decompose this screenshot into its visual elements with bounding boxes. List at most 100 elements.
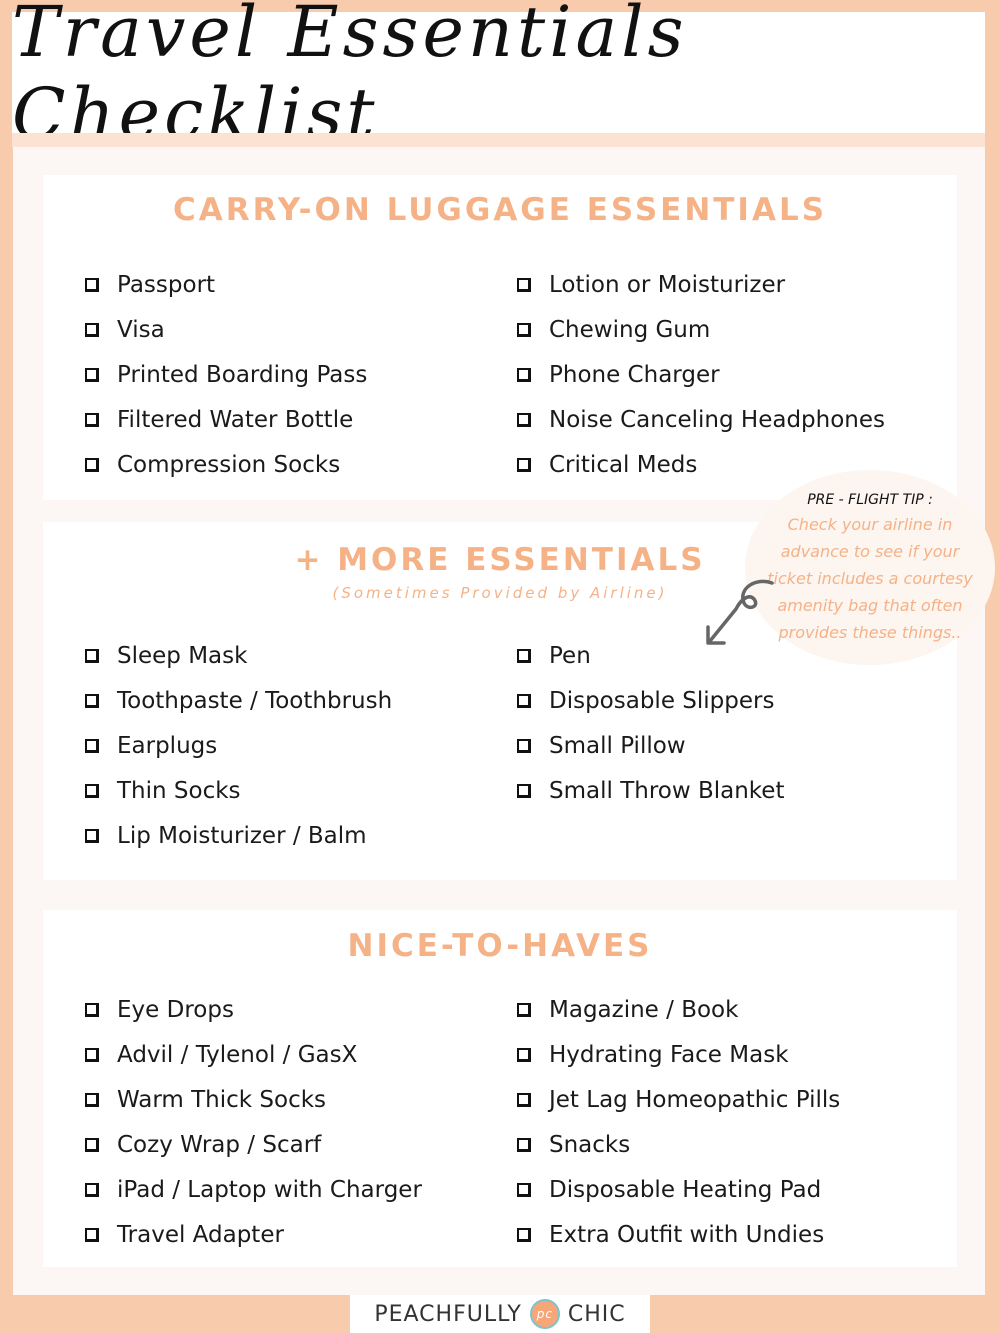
- checklist-item[interactable]: Compression Socks: [85, 442, 367, 487]
- checklist-item-label: Toothpaste / Toothbrush: [117, 687, 393, 714]
- checklist-item-label: Phone Charger: [549, 361, 720, 388]
- checklist-item[interactable]: Noise Canceling Headphones: [517, 397, 885, 442]
- checklist-item[interactable]: Travel Adapter: [85, 1212, 422, 1257]
- checklist-item[interactable]: Earplugs: [85, 723, 392, 768]
- checklist-item[interactable]: Disposable Heating Pad: [517, 1167, 840, 1212]
- checklist-item-label: Eye Drops: [117, 996, 234, 1023]
- checklist-item[interactable]: Small Pillow: [517, 723, 784, 768]
- checkbox-icon[interactable]: [85, 828, 99, 843]
- checkbox-icon[interactable]: [85, 1182, 99, 1197]
- checklist-item-label: Earplugs: [117, 732, 218, 759]
- checklist-item[interactable]: Visa: [85, 307, 367, 352]
- checklist-left: Passport Visa Printed Boarding Pass Filtere…: [85, 262, 367, 487]
- brand-name-right: CHIC: [567, 1301, 626, 1327]
- checklist-item[interactable]: Chewing Gum: [517, 307, 885, 352]
- checkbox-icon[interactable]: [85, 322, 99, 337]
- checkbox-icon[interactable]: [517, 1047, 531, 1062]
- checklist-item-label: iPad / Laptop with Charger: [117, 1176, 422, 1203]
- checkbox-icon[interactable]: [517, 1092, 531, 1107]
- checklist-item[interactable]: Eye Drops: [85, 987, 422, 1032]
- checkbox-icon[interactable]: [85, 738, 99, 753]
- checkbox-icon[interactable]: [85, 648, 99, 663]
- tip-heading: PRE - FLIGHT TIP :: [807, 492, 933, 508]
- checkbox-icon[interactable]: [517, 1227, 531, 1242]
- checkbox-icon[interactable]: [85, 367, 99, 382]
- checkbox-icon[interactable]: [85, 1092, 99, 1107]
- checklist-item-label: Advil / Tylenol / GasX: [117, 1041, 358, 1068]
- section-carry-on: CARRY-ON LUGGAGE ESSENTIALS Passport Visa…: [43, 175, 957, 500]
- checkbox-icon[interactable]: [85, 1227, 99, 1242]
- section-nice-to-haves: NICE-TO-HAVES Eye Drops Advil / Tylenol /…: [43, 910, 957, 1267]
- checkbox-icon[interactable]: [517, 783, 531, 798]
- checklist-item[interactable]: Advil / Tylenol / GasX: [85, 1032, 422, 1077]
- checklist-item-label: Snacks: [549, 1131, 631, 1158]
- checklist-item-label: Thin Socks: [117, 777, 241, 804]
- pre-flight-tip: PRE - FLIGHT TIP : Check your airline in…: [745, 470, 995, 665]
- checklist-item[interactable]: Sleep Mask: [85, 633, 392, 678]
- checkbox-icon[interactable]: [517, 1182, 531, 1197]
- checklist-item[interactable]: Jet Lag Homeopathic Pills: [517, 1077, 840, 1122]
- checkbox-icon[interactable]: [85, 412, 99, 427]
- checklist-item-label: Disposable Slippers: [549, 687, 775, 714]
- checklist-item-label: Lotion or Moisturizer: [549, 271, 786, 298]
- checklist-item[interactable]: Filtered Water Bottle: [85, 397, 367, 442]
- checklist-item[interactable]: Disposable Slippers: [517, 678, 784, 723]
- checkbox-icon[interactable]: [85, 457, 99, 472]
- checklist-right: Pen Disposable Slippers Small Pillow Small …: [517, 633, 784, 813]
- page-title: Travel Essentials Checklist: [12, 0, 688, 155]
- checkbox-icon[interactable]: [85, 783, 99, 798]
- checkbox-icon[interactable]: [517, 457, 531, 472]
- checklist-right: Lotion or Moisturizer Chewing Gum Phone Ch…: [517, 262, 885, 487]
- checklist-item-label: Visa: [117, 316, 165, 343]
- checkbox-icon[interactable]: [85, 693, 99, 708]
- checklist-item-label: Small Throw Blanket: [549, 777, 785, 804]
- checkbox-icon[interactable]: [517, 277, 531, 292]
- checkbox-icon[interactable]: [85, 1002, 99, 1017]
- checklist-item[interactable]: Passport: [85, 262, 367, 307]
- checklist-item[interactable]: Printed Boarding Pass: [85, 352, 367, 397]
- checklist-item-label: Travel Adapter: [117, 1221, 284, 1248]
- title-banner: Travel Essentials Checklist: [12, 0, 985, 155]
- checklist-item[interactable]: Magazine / Book: [517, 987, 840, 1032]
- checkbox-icon[interactable]: [517, 648, 531, 663]
- checklist-item[interactable]: Hydrating Face Mask: [517, 1032, 840, 1077]
- curly-arrow-icon: [706, 579, 774, 645]
- footer-brand: PEACHFULLY pc CHIC: [350, 1295, 650, 1333]
- checklist-item-label: Hydrating Face Mask: [549, 1041, 789, 1068]
- checkbox-icon[interactable]: [517, 738, 531, 753]
- checklist-item[interactable]: Snacks: [517, 1122, 840, 1167]
- checkbox-icon[interactable]: [85, 1047, 99, 1062]
- checklist-item-label: Jet Lag Homeopathic Pills: [549, 1086, 841, 1113]
- checklist-item-label: Warm Thick Socks: [117, 1086, 327, 1113]
- checklist-item[interactable]: Lotion or Moisturizer: [517, 262, 885, 307]
- section-heading: NICE-TO-HAVES: [347, 928, 653, 964]
- checkbox-icon[interactable]: [517, 693, 531, 708]
- checklist-item[interactable]: Phone Charger: [517, 352, 885, 397]
- checklist-item[interactable]: Small Throw Blanket: [517, 768, 784, 813]
- checkbox-icon[interactable]: [517, 322, 531, 337]
- checklist-left: Sleep Mask Toothpaste / Toothbrush Earplug…: [85, 633, 392, 858]
- checklist-item[interactable]: Toothpaste / Toothbrush: [85, 678, 392, 723]
- checkbox-icon[interactable]: [517, 412, 531, 427]
- checkbox-icon[interactable]: [85, 1137, 99, 1152]
- checklist-item[interactable]: iPad / Laptop with Charger: [85, 1167, 422, 1212]
- checklist-item-label: Critical Meds: [549, 451, 698, 478]
- checklist-item-label: Cozy Wrap / Scarf: [117, 1131, 322, 1158]
- checkbox-icon[interactable]: [517, 1002, 531, 1017]
- checklist-item[interactable]: Extra Outfit with Undies: [517, 1212, 840, 1257]
- checklist-item[interactable]: Cozy Wrap / Scarf: [85, 1122, 422, 1167]
- checklist-item-label: Magazine / Book: [549, 996, 739, 1023]
- brand-name-left: PEACHFULLY: [374, 1301, 522, 1327]
- checklist-item[interactable]: Lip Moisturizer / Balm: [85, 813, 392, 858]
- checkbox-icon[interactable]: [85, 277, 99, 292]
- checklist-item[interactable]: Thin Socks: [85, 768, 392, 813]
- checklist-left: Eye Drops Advil / Tylenol / GasX Warm Thic…: [85, 987, 422, 1257]
- checkbox-icon[interactable]: [517, 1137, 531, 1152]
- tip-body: Check your airline in advance to see if …: [767, 515, 973, 642]
- checklist-item-label: Compression Socks: [117, 451, 341, 478]
- checklist-item-label: Small Pillow: [549, 732, 686, 759]
- checklist-item-label: Extra Outfit with Undies: [549, 1221, 825, 1248]
- logo-text: pc: [536, 1307, 553, 1321]
- checkbox-icon[interactable]: [517, 367, 531, 382]
- checklist-item[interactable]: Warm Thick Socks: [85, 1077, 422, 1122]
